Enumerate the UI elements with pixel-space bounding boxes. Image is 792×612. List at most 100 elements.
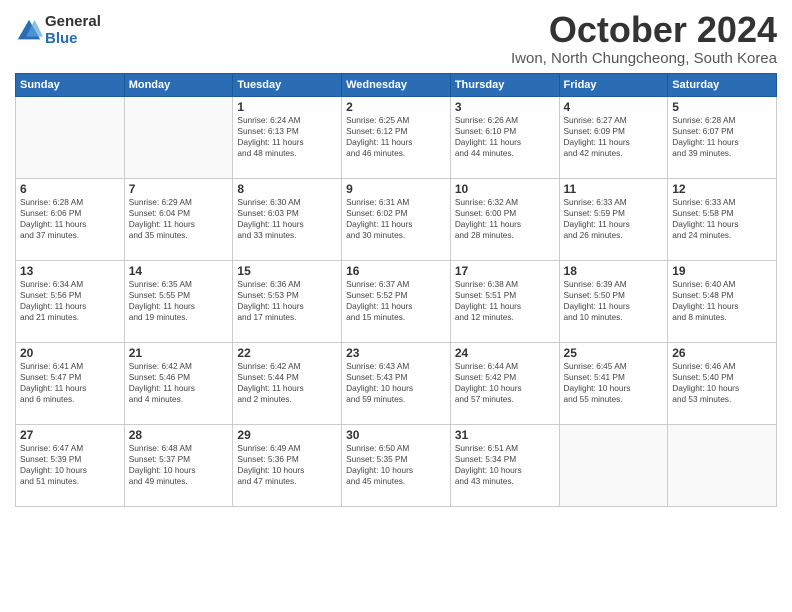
header-wednesday: Wednesday	[342, 73, 451, 96]
calendar-cell: 10Sunrise: 6:32 AMSunset: 6:00 PMDayligh…	[450, 178, 559, 260]
day-number: 10	[455, 182, 555, 196]
calendar-cell: 4Sunrise: 6:27 AMSunset: 6:09 PMDaylight…	[559, 96, 668, 178]
calendar-cell	[559, 424, 668, 506]
title-section: October 2024 Iwon, North Chungcheong, So…	[511, 10, 777, 67]
day-number: 11	[564, 182, 664, 196]
day-number: 18	[564, 264, 664, 278]
calendar-cell: 25Sunrise: 6:45 AMSunset: 5:41 PMDayligh…	[559, 342, 668, 424]
day-info: Sunrise: 6:43 AMSunset: 5:43 PMDaylight:…	[346, 361, 446, 406]
day-number: 25	[564, 346, 664, 360]
day-number: 23	[346, 346, 446, 360]
logo-blue: Blue	[45, 31, 101, 48]
day-number: 8	[237, 182, 337, 196]
calendar-cell: 3Sunrise: 6:26 AMSunset: 6:10 PMDaylight…	[450, 96, 559, 178]
header-sunday: Sunday	[16, 73, 125, 96]
day-number: 9	[346, 182, 446, 196]
day-info: Sunrise: 6:49 AMSunset: 5:36 PMDaylight:…	[237, 443, 337, 488]
day-number: 16	[346, 264, 446, 278]
day-info: Sunrise: 6:38 AMSunset: 5:51 PMDaylight:…	[455, 279, 555, 324]
month-title: October 2024	[511, 10, 777, 50]
day-info: Sunrise: 6:45 AMSunset: 5:41 PMDaylight:…	[564, 361, 664, 406]
day-info: Sunrise: 6:42 AMSunset: 5:46 PMDaylight:…	[129, 361, 229, 406]
day-number: 7	[129, 182, 229, 196]
day-info: Sunrise: 6:51 AMSunset: 5:34 PMDaylight:…	[455, 443, 555, 488]
calendar-week-4: 20Sunrise: 6:41 AMSunset: 5:47 PMDayligh…	[16, 342, 777, 424]
day-info: Sunrise: 6:26 AMSunset: 6:10 PMDaylight:…	[455, 115, 555, 160]
day-info: Sunrise: 6:42 AMSunset: 5:44 PMDaylight:…	[237, 361, 337, 406]
day-info: Sunrise: 6:39 AMSunset: 5:50 PMDaylight:…	[564, 279, 664, 324]
calendar-cell: 17Sunrise: 6:38 AMSunset: 5:51 PMDayligh…	[450, 260, 559, 342]
day-number: 2	[346, 100, 446, 114]
calendar-cell: 26Sunrise: 6:46 AMSunset: 5:40 PMDayligh…	[668, 342, 777, 424]
calendar-week-5: 27Sunrise: 6:47 AMSunset: 5:39 PMDayligh…	[16, 424, 777, 506]
header-friday: Friday	[559, 73, 668, 96]
day-info: Sunrise: 6:41 AMSunset: 5:47 PMDaylight:…	[20, 361, 120, 406]
calendar-week-3: 13Sunrise: 6:34 AMSunset: 5:56 PMDayligh…	[16, 260, 777, 342]
day-number: 29	[237, 428, 337, 442]
page: General Blue October 2024 Iwon, North Ch…	[0, 0, 792, 612]
day-info: Sunrise: 6:44 AMSunset: 5:42 PMDaylight:…	[455, 361, 555, 406]
header-saturday: Saturday	[668, 73, 777, 96]
calendar-cell: 23Sunrise: 6:43 AMSunset: 5:43 PMDayligh…	[342, 342, 451, 424]
calendar-cell	[124, 96, 233, 178]
day-info: Sunrise: 6:29 AMSunset: 6:04 PMDaylight:…	[129, 197, 229, 242]
calendar-cell: 11Sunrise: 6:33 AMSunset: 5:59 PMDayligh…	[559, 178, 668, 260]
logo: General Blue	[15, 14, 101, 47]
day-number: 5	[672, 100, 772, 114]
calendar-cell: 28Sunrise: 6:48 AMSunset: 5:37 PMDayligh…	[124, 424, 233, 506]
calendar-cell: 12Sunrise: 6:33 AMSunset: 5:58 PMDayligh…	[668, 178, 777, 260]
day-info: Sunrise: 6:48 AMSunset: 5:37 PMDaylight:…	[129, 443, 229, 488]
calendar-cell: 8Sunrise: 6:30 AMSunset: 6:03 PMDaylight…	[233, 178, 342, 260]
calendar-cell: 30Sunrise: 6:50 AMSunset: 5:35 PMDayligh…	[342, 424, 451, 506]
header-tuesday: Tuesday	[233, 73, 342, 96]
day-number: 31	[455, 428, 555, 442]
day-info: Sunrise: 6:24 AMSunset: 6:13 PMDaylight:…	[237, 115, 337, 160]
calendar-cell: 13Sunrise: 6:34 AMSunset: 5:56 PMDayligh…	[16, 260, 125, 342]
day-number: 30	[346, 428, 446, 442]
day-info: Sunrise: 6:28 AMSunset: 6:07 PMDaylight:…	[672, 115, 772, 160]
day-info: Sunrise: 6:33 AMSunset: 5:59 PMDaylight:…	[564, 197, 664, 242]
day-number: 13	[20, 264, 120, 278]
calendar-cell: 29Sunrise: 6:49 AMSunset: 5:36 PMDayligh…	[233, 424, 342, 506]
day-info: Sunrise: 6:34 AMSunset: 5:56 PMDaylight:…	[20, 279, 120, 324]
calendar-cell: 16Sunrise: 6:37 AMSunset: 5:52 PMDayligh…	[342, 260, 451, 342]
day-number: 26	[672, 346, 772, 360]
subtitle: Iwon, North Chungcheong, South Korea	[511, 50, 777, 67]
day-number: 4	[564, 100, 664, 114]
day-number: 3	[455, 100, 555, 114]
day-info: Sunrise: 6:46 AMSunset: 5:40 PMDaylight:…	[672, 361, 772, 406]
day-info: Sunrise: 6:37 AMSunset: 5:52 PMDaylight:…	[346, 279, 446, 324]
calendar-cell: 20Sunrise: 6:41 AMSunset: 5:47 PMDayligh…	[16, 342, 125, 424]
day-info: Sunrise: 6:35 AMSunset: 5:55 PMDaylight:…	[129, 279, 229, 324]
day-info: Sunrise: 6:25 AMSunset: 6:12 PMDaylight:…	[346, 115, 446, 160]
calendar-cell	[668, 424, 777, 506]
calendar-cell: 18Sunrise: 6:39 AMSunset: 5:50 PMDayligh…	[559, 260, 668, 342]
day-info: Sunrise: 6:47 AMSunset: 5:39 PMDaylight:…	[20, 443, 120, 488]
day-info: Sunrise: 6:30 AMSunset: 6:03 PMDaylight:…	[237, 197, 337, 242]
day-number: 21	[129, 346, 229, 360]
day-info: Sunrise: 6:40 AMSunset: 5:48 PMDaylight:…	[672, 279, 772, 324]
day-info: Sunrise: 6:31 AMSunset: 6:02 PMDaylight:…	[346, 197, 446, 242]
header-monday: Monday	[124, 73, 233, 96]
day-number: 17	[455, 264, 555, 278]
calendar-week-2: 6Sunrise: 6:28 AMSunset: 6:06 PMDaylight…	[16, 178, 777, 260]
calendar-table: Sunday Monday Tuesday Wednesday Thursday…	[15, 73, 777, 507]
day-number: 27	[20, 428, 120, 442]
calendar-header-row: Sunday Monday Tuesday Wednesday Thursday…	[16, 73, 777, 96]
calendar-cell: 7Sunrise: 6:29 AMSunset: 6:04 PMDaylight…	[124, 178, 233, 260]
day-number: 14	[129, 264, 229, 278]
day-number: 22	[237, 346, 337, 360]
logo-text: General Blue	[45, 14, 101, 47]
calendar-cell: 5Sunrise: 6:28 AMSunset: 6:07 PMDaylight…	[668, 96, 777, 178]
calendar-cell: 9Sunrise: 6:31 AMSunset: 6:02 PMDaylight…	[342, 178, 451, 260]
day-info: Sunrise: 6:32 AMSunset: 6:00 PMDaylight:…	[455, 197, 555, 242]
calendar-cell: 22Sunrise: 6:42 AMSunset: 5:44 PMDayligh…	[233, 342, 342, 424]
calendar-cell: 1Sunrise: 6:24 AMSunset: 6:13 PMDaylight…	[233, 96, 342, 178]
calendar-cell: 19Sunrise: 6:40 AMSunset: 5:48 PMDayligh…	[668, 260, 777, 342]
day-number: 20	[20, 346, 120, 360]
calendar-cell: 15Sunrise: 6:36 AMSunset: 5:53 PMDayligh…	[233, 260, 342, 342]
calendar-cell: 21Sunrise: 6:42 AMSunset: 5:46 PMDayligh…	[124, 342, 233, 424]
logo-icon	[15, 17, 43, 45]
calendar-cell: 27Sunrise: 6:47 AMSunset: 5:39 PMDayligh…	[16, 424, 125, 506]
day-number: 19	[672, 264, 772, 278]
